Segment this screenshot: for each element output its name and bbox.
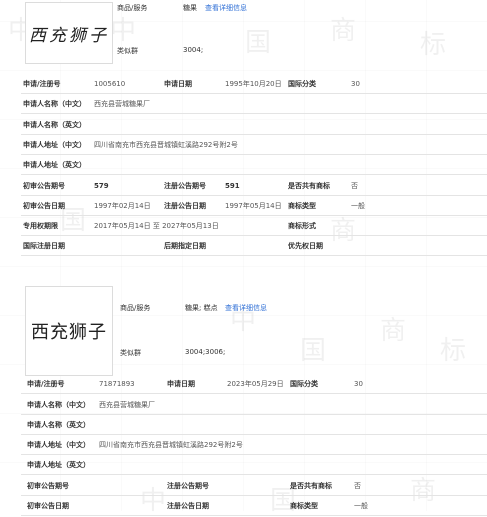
reg-pub-date-label: 注册公告日期 — [167, 501, 209, 510]
watermark-char: 商 — [330, 16, 357, 46]
info-row: 国际注册日期 后期指定日期 优先权日期 — [21, 236, 487, 256]
address-cn-label: 申请人地址（中文） — [23, 140, 86, 149]
intl-class-label: 国际分类 — [290, 379, 318, 388]
app-date-value: 1995年10月20日 — [225, 79, 282, 88]
tm-type-value: 一般 — [354, 501, 368, 510]
address-cn-value: 四川省南充市西充县晋城镇虹溪路292号附2号 — [99, 440, 243, 449]
info-row: 申请人地址（中文） 四川省南充市西充县晋城镇虹溪路292号附2号 — [21, 435, 487, 455]
watermark-char: 国 — [300, 336, 327, 366]
applicant-en-label: 申请人名称（英文） — [27, 420, 90, 429]
similar-group-value: 3004;3006; — [185, 348, 226, 356]
similar-group-label: 类似群 — [117, 47, 138, 55]
similar-group-label: 类似群 — [120, 349, 141, 357]
goods-services-value: 糖果; 糕点 — [185, 304, 218, 312]
first-pub-no-value: 579 — [94, 181, 109, 190]
info-row: 申请人名称（英文） — [21, 415, 487, 435]
applicant-cn-label: 申请人名称（中文） — [27, 400, 90, 409]
info-row: 申请/注册号 1005610 申请日期 1995年10月20日 国际分类 30 — [21, 74, 487, 94]
later-date-label: 后期指定日期 — [164, 241, 206, 250]
tm-type-label: 商标类型 — [288, 201, 316, 210]
trademark-logo-text: 西充狮子 — [31, 322, 107, 343]
info-row: 申请人地址（英文） — [21, 455, 487, 475]
applicant-cn-label: 申请人名称（中文） — [23, 99, 86, 108]
goods-services-value: 糖果 — [183, 4, 197, 12]
intl-class-label: 国际分类 — [288, 79, 316, 88]
applicant-cn-value: 西充县营城糖果厂 — [94, 99, 150, 108]
reg-no-label: 申请/注册号 — [27, 379, 65, 388]
watermark-char: 标 — [440, 336, 467, 366]
exclusive-value: 2017年05月14日 至 2027年05月13日 — [94, 221, 219, 230]
info-row: 初审公告日期 1997年02月14日 注册公告日期 1997年05月14日 商标… — [21, 196, 487, 216]
exclusive-label: 专用权期限 — [23, 221, 58, 230]
info-row: 申请人名称（中文） 西充县营城糖果厂 — [21, 395, 487, 415]
first-pub-no-label: 初审公告期号 — [27, 481, 69, 490]
shared-label: 是否共有商标 — [290, 481, 332, 490]
info-row: 初审公告期号 注册公告期号 是否共有商标 否 — [21, 476, 487, 496]
info-row: 申请/注册号 71871893 申请日期 2023年05月29日 国际分类 30 — [21, 374, 487, 394]
address-en-label: 申请人地址（英文） — [23, 160, 86, 169]
reg-no-value: 1005610 — [94, 79, 126, 88]
watermark-char: 商 — [380, 316, 407, 346]
address-cn-label: 申请人地址（中文） — [27, 440, 90, 449]
shared-label: 是否共有商标 — [288, 181, 330, 190]
address-en-label: 申请人地址（英文） — [27, 460, 90, 469]
info-row: 初审公告期号 579 注册公告期号 591 是否共有商标 否 — [21, 176, 487, 196]
shared-value: 否 — [354, 481, 361, 490]
app-date-label: 申请日期 — [167, 379, 195, 388]
reg-pub-date-label: 注册公告日期 — [164, 201, 206, 210]
trademark-logo[interactable]: 西充狮子 — [25, 286, 113, 376]
app-date-value: 2023年05月29日 — [227, 379, 284, 388]
shared-value: 否 — [351, 181, 358, 190]
first-pub-date-label: 初审公告日期 — [23, 201, 65, 210]
first-pub-date-value: 1997年02月14日 — [94, 201, 151, 210]
reg-pub-date-value: 1997年05月14日 — [225, 201, 282, 210]
watermark-char: 国 — [245, 28, 272, 58]
trademark-logo[interactable]: 西充狮子 — [25, 2, 113, 64]
info-row: 申请人地址（英文） — [21, 155, 487, 175]
applicant-cn-value: 西充县营城糖果厂 — [99, 400, 155, 409]
watermark-char: 中 — [110, 16, 137, 46]
intl-class-value: 30 — [354, 379, 363, 388]
priority-date-label: 优先权日期 — [288, 241, 323, 250]
goods-services-label: 商品/服务 — [117, 4, 148, 12]
first-pub-no-label: 初审公告期号 — [23, 181, 65, 190]
view-details-link[interactable]: 查看详细信息 — [225, 303, 267, 313]
intl-class-value: 30 — [351, 79, 360, 88]
reg-no-value: 71871893 — [99, 379, 135, 388]
address-cn-value: 四川省南充市西充县晋城镇虹溪路292号附2号 — [94, 140, 238, 149]
reg-no-label: 申请/注册号 — [23, 79, 61, 88]
info-row: 申请人名称（中文） 西充县营城糖果厂 — [21, 94, 487, 114]
intl-reg-date-label: 国际注册日期 — [23, 241, 65, 250]
info-row: 初审公告日期 注册公告日期 商标类型 一般 — [21, 496, 487, 516]
goods-services-label: 商品/服务 — [120, 304, 151, 312]
reg-pub-no-label: 注册公告期号 — [164, 181, 206, 190]
tm-form-label: 商标形式 — [288, 221, 316, 230]
tm-type-value: 一般 — [351, 201, 365, 210]
info-row: 专用权期限 2017年05月14日 至 2027年05月13日 商标形式 — [21, 216, 487, 236]
trademark-logo-text: 西充狮子 — [29, 25, 109, 46]
similar-group-value: 3004; — [183, 46, 204, 54]
reg-pub-no-label: 注册公告期号 — [167, 481, 209, 490]
view-details-link[interactable]: 查看详细信息 — [205, 3, 247, 13]
app-date-label: 申请日期 — [164, 79, 192, 88]
reg-pub-no-value: 591 — [225, 181, 240, 190]
tm-type-label: 商标类型 — [290, 501, 318, 510]
applicant-en-label: 申请人名称（英文） — [23, 120, 86, 129]
info-row: 申请人地址（中文） 四川省南充市西充县晋城镇虹溪路292号附2号 — [21, 135, 487, 155]
first-pub-date-label: 初审公告日期 — [27, 501, 69, 510]
watermark-char: 标 — [420, 30, 447, 60]
info-row: 申请人名称（英文） — [21, 115, 487, 135]
